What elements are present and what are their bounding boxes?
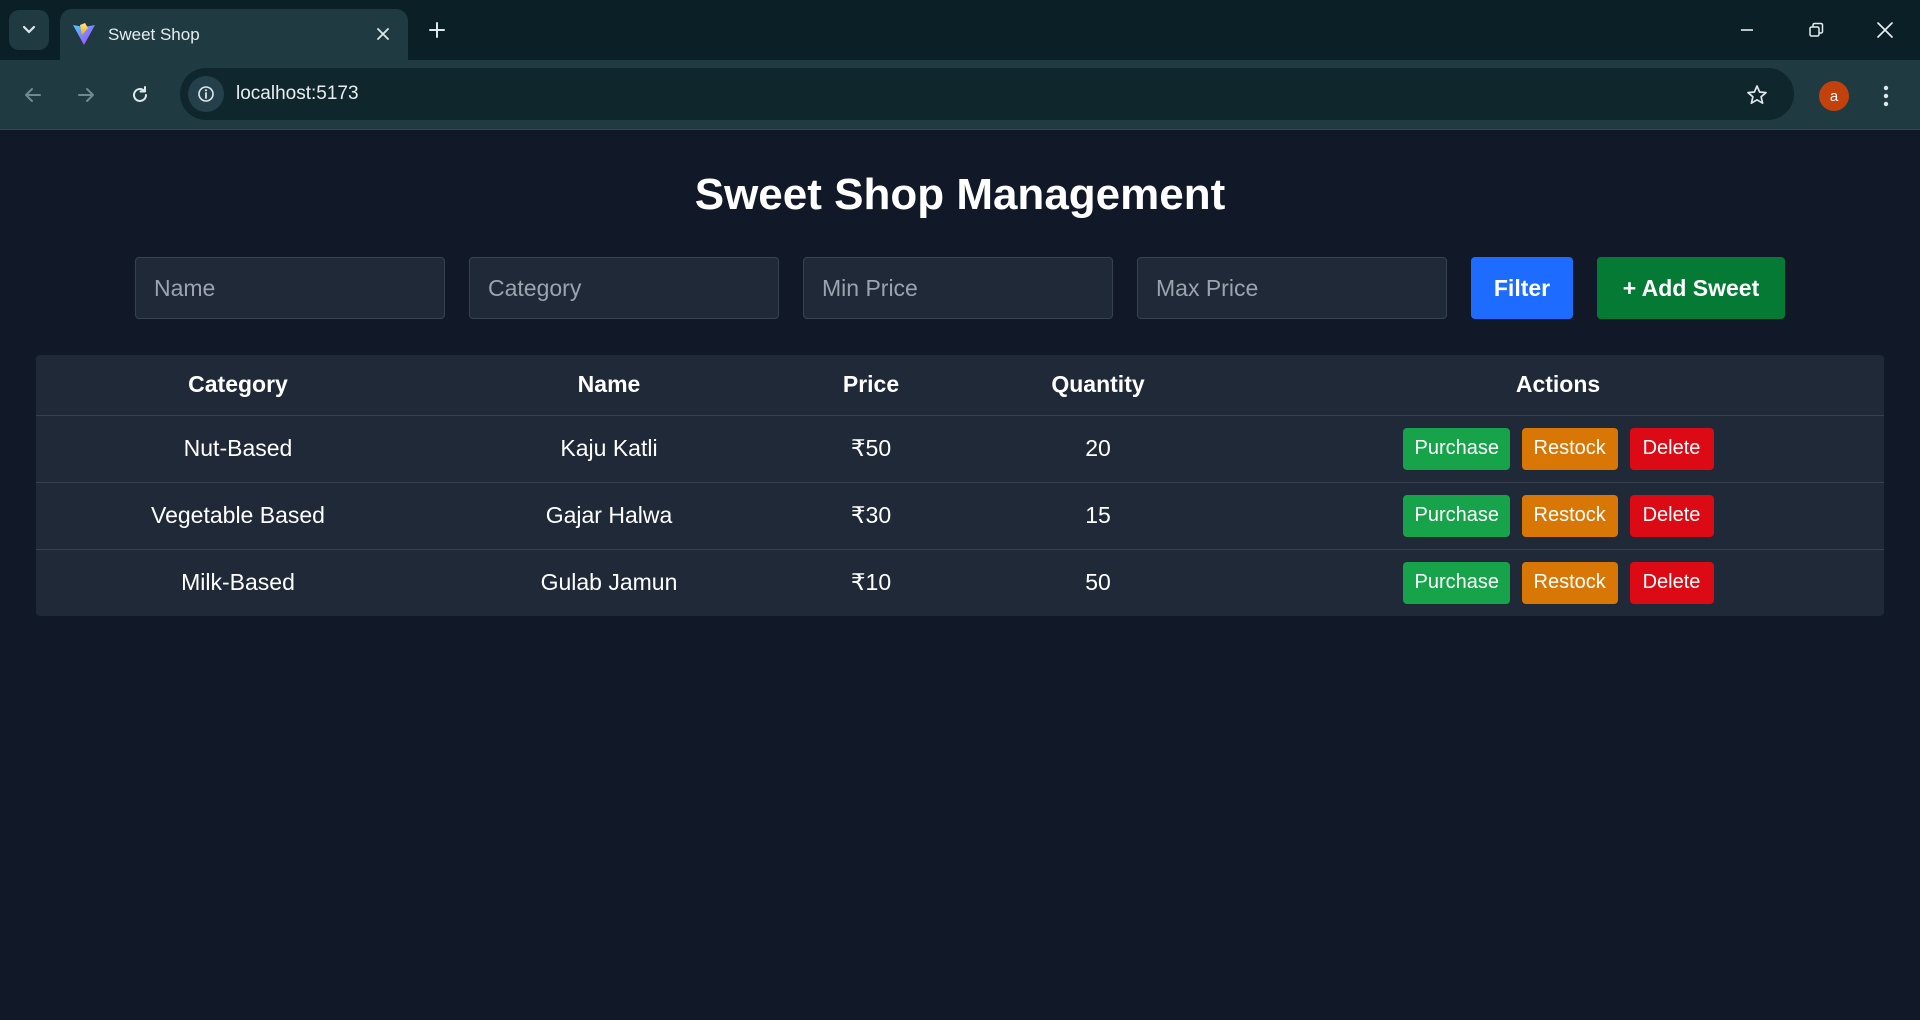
cell-quantity: 20 [964, 415, 1232, 483]
cell-name: Gajar Halwa [440, 482, 778, 550]
browser-toolbar: localhost:5173 a [0, 60, 1920, 130]
minimize-button[interactable] [1724, 12, 1770, 48]
category-filter-input[interactable] [469, 257, 779, 319]
url-text: localhost:5173 [236, 83, 359, 104]
header-name: Name [440, 355, 778, 416]
row-actions: Purchase Restock Delete [1232, 427, 1884, 470]
reload-icon [133, 86, 147, 102]
browser-menu-button[interactable] [1868, 78, 1904, 114]
purchase-button[interactable]: Purchase [1402, 561, 1510, 604]
cell-name: Kaju Katli [440, 415, 778, 483]
new-tab-button[interactable] [421, 14, 453, 46]
cell-name: Gulab Jamun [540, 569, 678, 596]
browser-tab-bar: Sweet Shop [0, 0, 1920, 60]
tab-close-button[interactable] [370, 21, 396, 47]
plus-icon [429, 22, 445, 38]
arrow-left-icon [25, 88, 41, 102]
arrow-right-icon [78, 88, 94, 102]
header-category: Category [36, 355, 440, 416]
tab-title: Sweet Shop [108, 25, 200, 44]
delete-button[interactable]: Delete [1629, 494, 1714, 537]
close-icon [377, 28, 389, 40]
add-sweet-button[interactable]: + Add Sweet [1597, 257, 1785, 319]
min-price-input[interactable] [803, 257, 1113, 319]
cell-actions: Purchase Restock Delete [1232, 482, 1884, 550]
cell-price: ₹10 [850, 569, 892, 596]
restock-button[interactable]: Restock [1521, 427, 1618, 470]
row-actions: Purchase Restock Delete [1232, 561, 1884, 604]
minimize-icon [1741, 29, 1753, 31]
vite-logo-icon [73, 23, 95, 45]
sweets-table: Category Name Price Quantity Actions Nut… [36, 355, 1884, 616]
cell-category: Milk-Based [181, 569, 295, 596]
restore-button[interactable] [1793, 12, 1839, 48]
back-button[interactable] [14, 76, 52, 114]
cell-category: Vegetable Based [36, 482, 440, 550]
forward-button[interactable] [67, 76, 105, 114]
restock-button[interactable]: Restock [1521, 561, 1618, 604]
star-icon [1747, 85, 1767, 105]
header-quantity: Quantity [964, 355, 1232, 416]
cell-category: Nut-Based [36, 415, 440, 483]
site-info-button[interactable] [188, 76, 224, 112]
table-row: Vegetable Based Gajar Halwa ₹30 15 Purch… [36, 482, 1884, 550]
filter-button[interactable]: Filter [1471, 257, 1573, 319]
tab-search-button[interactable] [9, 10, 49, 50]
table-header-row: Category Name Price Quantity Actions [36, 355, 1884, 416]
address-bar[interactable]: localhost:5173 [180, 68, 1794, 120]
reload-button[interactable] [121, 76, 159, 114]
close-icon [1877, 22, 1893, 38]
delete-button[interactable]: Delete [1629, 561, 1714, 604]
table-row: Milk-Based Gulab Jamun ₹10 50 Purchase R… [36, 549, 1884, 616]
cell-price: ₹30 [778, 482, 964, 550]
restore-icon [1809, 22, 1824, 37]
purchase-button[interactable]: Purchase [1402, 494, 1510, 537]
purchase-button[interactable]: Purchase [1402, 427, 1510, 470]
header-actions: Actions [1232, 355, 1884, 416]
bookmark-button[interactable] [1740, 78, 1774, 112]
cell-quantity: 50 [1085, 569, 1111, 596]
row-actions: Purchase Restock Delete [1232, 494, 1884, 537]
restock-button[interactable]: Restock [1521, 494, 1618, 537]
close-window-button[interactable] [1862, 12, 1908, 48]
chevron-down-icon [22, 25, 36, 34]
max-price-input[interactable] [1137, 257, 1447, 319]
header-price: Price [778, 355, 964, 416]
cell-quantity: 15 [964, 482, 1232, 550]
info-icon [198, 86, 214, 102]
cell-actions: Purchase Restock Delete [1232, 549, 1884, 616]
table-row: Nut-Based Kaju Katli ₹50 20 Purchase Res… [36, 415, 1884, 483]
kebab-menu-icon [1883, 85, 1889, 107]
cell-actions: Purchase Restock Delete [1232, 415, 1884, 483]
cell-price: ₹50 [778, 415, 964, 483]
browser-tab-active[interactable]: Sweet Shop [60, 9, 408, 60]
delete-button[interactable]: Delete [1629, 427, 1714, 470]
name-filter-input[interactable] [135, 257, 445, 319]
page-title: Sweet Shop Management [694, 170, 1226, 219]
profile-avatar[interactable]: a [1819, 81, 1849, 111]
